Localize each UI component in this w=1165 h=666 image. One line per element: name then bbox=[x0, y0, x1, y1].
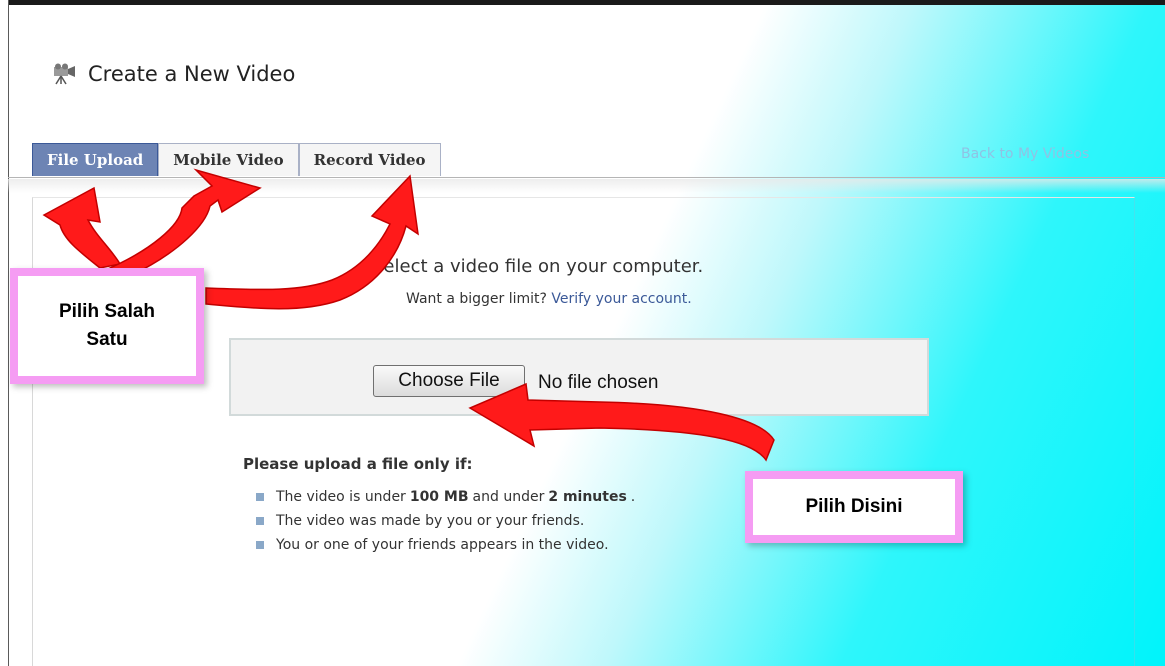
frame-border bbox=[0, 0, 1165, 5]
bullet-icon bbox=[256, 517, 264, 525]
callout-text: Pilih Salah bbox=[58, 301, 156, 323]
annotation-callout-choose-tab: Pilih Salah Satu bbox=[10, 268, 204, 384]
video-source-tabs: File Upload Mobile Video Record Video bbox=[32, 143, 441, 177]
callout-text: Pilih Disini bbox=[805, 496, 903, 518]
tab-mobile-video[interactable]: Mobile Video bbox=[158, 143, 299, 176]
back-to-my-videos-link[interactable]: Back to My Videos bbox=[961, 146, 1089, 162]
requirements-heading: Please upload a file only if: bbox=[243, 455, 473, 473]
callout-text: Satu bbox=[86, 329, 128, 350]
bullet-icon bbox=[256, 493, 264, 501]
frame-border bbox=[0, 0, 9, 666]
requirements-list: The video is under 100 MB and under 2 mi… bbox=[256, 485, 635, 557]
limit-note: Want a bigger limit? Verify your account… bbox=[406, 291, 692, 307]
limit-note-text: Want a bigger limit? bbox=[406, 291, 547, 307]
page-title-text: Create a New Video bbox=[88, 62, 296, 86]
list-item: You or one of your friends appears in th… bbox=[256, 533, 635, 557]
tab-divider-shadow bbox=[8, 179, 1165, 193]
tab-file-upload[interactable]: File Upload bbox=[32, 143, 159, 176]
video-camera-icon bbox=[54, 63, 75, 85]
choose-file-button[interactable]: Choose File bbox=[373, 365, 525, 397]
list-item: The video was made by you or your friend… bbox=[256, 509, 635, 533]
file-status-text: No file chosen bbox=[538, 372, 659, 393]
list-item: The video is under 100 MB and under 2 mi… bbox=[256, 485, 635, 509]
tab-record-video[interactable]: Record Video bbox=[298, 143, 441, 176]
screenshot-frame: Create a New Video File Upload Mobile Vi… bbox=[0, 0, 1165, 666]
bullet-icon bbox=[256, 541, 264, 549]
annotation-callout-choose-here: Pilih Disini bbox=[745, 471, 963, 543]
tab-divider bbox=[8, 177, 1165, 178]
upload-heading: Select a video file on your computer. bbox=[372, 256, 704, 277]
verify-account-link[interactable]: Verify your account. bbox=[551, 291, 691, 307]
page-title: Create a New Video bbox=[52, 62, 295, 86]
